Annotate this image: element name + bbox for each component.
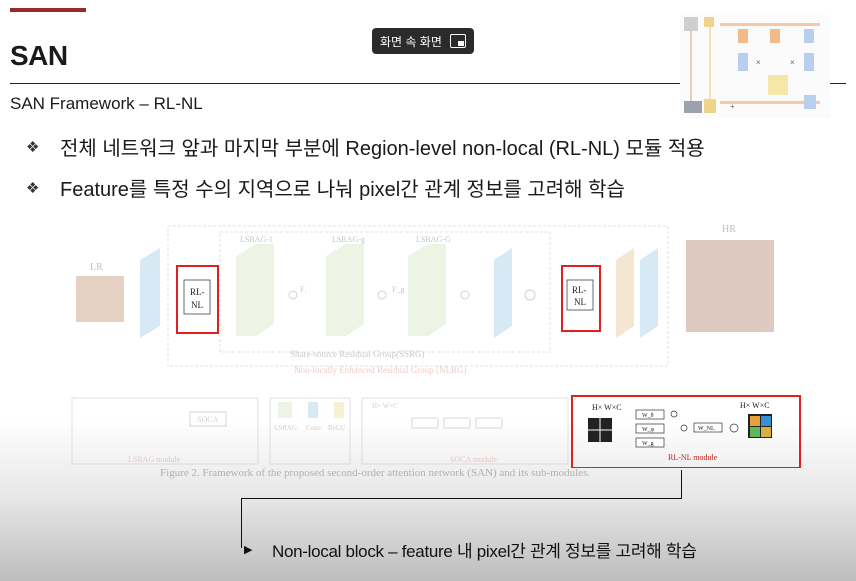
figure-text-label: W_NL [698, 426, 715, 432]
figure-text-label: ReLU [328, 424, 345, 432]
pip-label: 화면 속 화면 [380, 34, 442, 49]
hr-image [686, 240, 774, 332]
callout-connector [241, 498, 682, 499]
figure-text-label: W_φ [642, 427, 655, 433]
figure-text-label: NL [574, 297, 586, 307]
figure-text-label: × [756, 58, 761, 67]
picture-in-picture-icon [449, 34, 466, 48]
diamond-bullet-icon: ❖ [26, 179, 40, 197]
network-thumbnail: × × + [680, 15, 830, 118]
figure-text-label: W_θ [642, 413, 654, 419]
hr-label: HR [722, 224, 736, 235]
san-architecture-figure: LR LSRAG-1 LSRAG-g LSRAG-G F₁ F_g HR Sha… [71, 224, 801, 468]
bullet-text: Feature를 특정 수의 지역으로 나눠 pixel간 관계 정보를 고려해… [60, 179, 625, 201]
figure-text-label: H× W×C [740, 401, 770, 410]
rlnl-module-label: RL-NL module [668, 453, 718, 462]
callout-note: Non-local block – feature 내 pixel간 관계 정보… [272, 542, 697, 561]
slide-subtitle: SAN Framework – RL-NL [10, 94, 203, 113]
figure-text-label: SOCA [197, 415, 219, 424]
figure-text-label: LSRAG module [128, 455, 181, 464]
figure-text-label: F₁ [300, 285, 307, 294]
figure-text-label: × [790, 58, 795, 67]
bullet-text: 전체 네트워크 앞과 마지막 부분에 Region-level non-loca… [60, 138, 705, 160]
bullet-item: ❖ 전체 네트워크 앞과 마지막 부분에 Region-level non-lo… [26, 132, 705, 161]
callout-connector [241, 498, 242, 548]
figure-text-label: W_g [642, 441, 654, 447]
figure-text-label: LSRAG [274, 424, 297, 432]
figure-text-label: H× W×C [592, 403, 622, 412]
figure-text-label: LSRAG-1 [240, 235, 273, 244]
figure-text-label: Non-locally Enhanced Residual Group (NLR… [294, 365, 466, 375]
lr-image [76, 276, 124, 322]
lr-label: LR [90, 262, 103, 273]
slide: SAN SAN Framework – RL-NL ❖ 전체 네트워크 앞과 마… [0, 0, 856, 581]
figure-text-label: F_g [392, 285, 404, 294]
arrow-right-icon: ▶ [244, 544, 253, 556]
title-divider [10, 83, 680, 84]
figure-text-label: NL [191, 300, 203, 310]
accent-bar [10, 8, 86, 12]
figure-text-label: Share-source Residual Group(SSRG) [290, 349, 424, 359]
figure-text-label: SOCA module [450, 455, 497, 464]
callout-connector [681, 470, 682, 499]
rlnl-right-label: RL- [572, 285, 587, 295]
figure-caption: Figure 2. Framework of the proposed seco… [160, 467, 591, 479]
figure-text-label: Conv [306, 424, 322, 432]
slide-title: SAN [10, 40, 68, 71]
bullet-item: ❖ Feature를 특정 수의 지역으로 나눠 pixel간 관계 정보를 고… [26, 173, 625, 202]
figure-text-label: H× W×C [372, 402, 398, 410]
rlnl-left-label: RL- [190, 287, 205, 297]
diamond-bullet-icon: ❖ [26, 138, 40, 156]
figure-text-label: LSRAG-g [332, 235, 365, 244]
pip-button[interactable]: 화면 속 화면 [372, 28, 474, 54]
figure-text-label: + [730, 102, 735, 111]
figure-text-label: LSRAG-G [416, 235, 451, 244]
